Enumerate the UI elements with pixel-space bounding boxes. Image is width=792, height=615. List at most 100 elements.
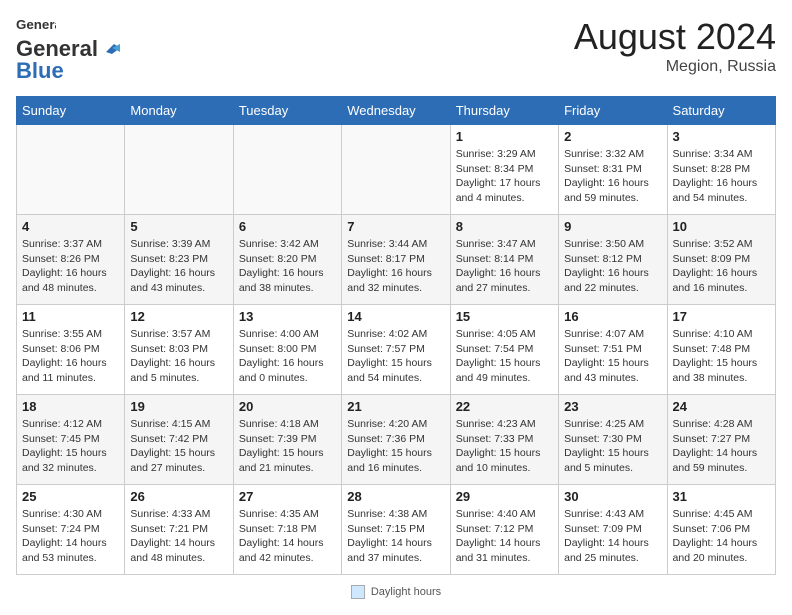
calendar-cell: 28 Sunrise: 4:38 AMSunset: 7:15 PMDayligh… <box>342 485 450 575</box>
calendar-cell: 29 Sunrise: 4:40 AMSunset: 7:12 PMDayligh… <box>450 485 558 575</box>
calendar-cell: 14 Sunrise: 4:02 AMSunset: 7:57 PMDayligh… <box>342 305 450 395</box>
weekday-header-friday: Friday <box>559 97 667 125</box>
day-info: Sunrise: 3:55 AMSunset: 8:06 PMDaylight:… <box>22 327 119 386</box>
logo-bird-icon <box>100 38 122 60</box>
logo-icon: General <box>16 16 56 34</box>
day-number: 4 <box>22 219 119 234</box>
day-info: Sunrise: 4:45 AMSunset: 7:06 PMDaylight:… <box>673 507 770 566</box>
calendar-cell: 1Sunrise: 3:29 AMSunset: 8:34 PMDaylight… <box>450 125 558 215</box>
calendar-cell: 4 Sunrise: 3:37 AMSunset: 8:26 PMDaylight… <box>17 215 125 305</box>
day-info: Sunrise: 4:35 AMSunset: 7:18 PMDaylight:… <box>239 507 336 566</box>
day-info: Sunrise: 4:07 AMSunset: 7:51 PMDaylight:… <box>564 327 661 386</box>
day-number: 22 <box>456 399 553 414</box>
day-number: 30 <box>564 489 661 504</box>
calendar-cell: 9 Sunrise: 3:50 AMSunset: 8:12 PMDaylight… <box>559 215 667 305</box>
calendar-cell: 10Sunrise: 3:52 AMSunset: 8:09 PMDayligh… <box>667 215 775 305</box>
weekday-header-monday: Monday <box>125 97 233 125</box>
calendar-footer: Daylight hours <box>16 585 776 599</box>
calendar-cell: 7Sunrise: 3:44 AMSunset: 8:17 PMDaylight… <box>342 215 450 305</box>
day-info: Sunrise: 3:34 AMSunset: 8:28 PMDaylight:… <box>673 147 770 206</box>
day-info: Sunrise: 3:29 AMSunset: 8:34 PMDaylight:… <box>456 147 553 206</box>
day-number: 3 <box>673 129 770 144</box>
day-number: 31 <box>673 489 770 504</box>
day-info: Sunrise: 4:18 AMSunset: 7:39 PMDaylight:… <box>239 417 336 476</box>
calendar-cell: 6 Sunrise: 3:42 AMSunset: 8:20 PMDaylight… <box>233 215 341 305</box>
calendar-cell: 21Sunrise: 4:20 AMSunset: 7:36 PMDayligh… <box>342 395 450 485</box>
day-number: 25 <box>22 489 119 504</box>
title-area: August 2024 Megion, Russia <box>574 16 776 76</box>
calendar-cell: 16 Sunrise: 4:07 AMSunset: 7:51 PMDayligh… <box>559 305 667 395</box>
calendar-cell: 3 Sunrise: 3:34 AMSunset: 8:28 PMDaylight… <box>667 125 775 215</box>
day-number: 28 <box>347 489 444 504</box>
day-info: Sunrise: 4:10 AMSunset: 7:48 PMDaylight:… <box>673 327 770 386</box>
day-number: 6 <box>239 219 336 234</box>
calendar-cell: 8 Sunrise: 3:47 AMSunset: 8:14 PMDaylight… <box>450 215 558 305</box>
calendar-cell: 30 Sunrise: 4:43 AMSunset: 7:09 PMDayligh… <box>559 485 667 575</box>
day-info: Sunrise: 3:50 AMSunset: 8:12 PMDaylight:… <box>564 237 661 296</box>
day-number: 9 <box>564 219 661 234</box>
month-year-title: August 2024 <box>574 16 776 58</box>
calendar-cell: 23Sunrise: 4:25 AMSunset: 7:30 PMDayligh… <box>559 395 667 485</box>
calendar-cell: 5Sunrise: 3:39 AMSunset: 8:23 PMDaylight… <box>125 215 233 305</box>
day-number: 24 <box>673 399 770 414</box>
day-number: 17 <box>673 309 770 324</box>
weekday-header-tuesday: Tuesday <box>233 97 341 125</box>
calendar-cell: 31 Sunrise: 4:45 AMSunset: 7:06 PMDayligh… <box>667 485 775 575</box>
calendar-week-2: 4 Sunrise: 3:37 AMSunset: 8:26 PMDaylight… <box>17 215 776 305</box>
day-number: 15 <box>456 309 553 324</box>
calendar-cell <box>342 125 450 215</box>
calendar-cell: 25 Sunrise: 4:30 AMSunset: 7:24 PMDayligh… <box>17 485 125 575</box>
calendar-cell: 22 Sunrise: 4:23 AMSunset: 7:33 PMDayligh… <box>450 395 558 485</box>
day-info: Sunrise: 3:44 AMSunset: 8:17 PMDaylight:… <box>347 237 444 296</box>
day-number: 18 <box>22 399 119 414</box>
day-number: 2 <box>564 129 661 144</box>
day-info: Sunrise: 4:38 AMSunset: 7:15 PMDaylight:… <box>347 507 444 566</box>
calendar-cell <box>125 125 233 215</box>
day-info: Sunrise: 4:33 AMSunset: 7:21 PMDaylight:… <box>130 507 227 566</box>
location-subtitle: Megion, Russia <box>574 58 776 76</box>
day-number: 21 <box>347 399 444 414</box>
day-number: 19 <box>130 399 227 414</box>
calendar-cell: 15 Sunrise: 4:05 AMSunset: 7:54 PMDayligh… <box>450 305 558 395</box>
weekday-header-row: SundayMondayTuesdayWednesdayThursdayFrid… <box>17 97 776 125</box>
calendar-cell: 12 Sunrise: 3:57 AMSunset: 8:03 PMDayligh… <box>125 305 233 395</box>
day-info: Sunrise: 4:02 AMSunset: 7:57 PMDaylight:… <box>347 327 444 386</box>
calendar-cell: 13Sunrise: 4:00 AMSunset: 8:00 PMDayligh… <box>233 305 341 395</box>
day-number: 27 <box>239 489 336 504</box>
day-info: Sunrise: 3:47 AMSunset: 8:14 PMDaylight:… <box>456 237 553 296</box>
calendar-cell: 19 Sunrise: 4:15 AMSunset: 7:42 PMDayligh… <box>125 395 233 485</box>
day-info: Sunrise: 4:30 AMSunset: 7:24 PMDaylight:… <box>22 507 119 566</box>
day-number: 23 <box>564 399 661 414</box>
page-header: General General Blue August 2024 Megion,… <box>16 16 776 84</box>
calendar-cell: 18Sunrise: 4:12 AMSunset: 7:45 PMDayligh… <box>17 395 125 485</box>
calendar-cell: 17 Sunrise: 4:10 AMSunset: 7:48 PMDayligh… <box>667 305 775 395</box>
day-info: Sunrise: 4:43 AMSunset: 7:09 PMDaylight:… <box>564 507 661 566</box>
day-number: 8 <box>456 219 553 234</box>
day-number: 16 <box>564 309 661 324</box>
day-number: 29 <box>456 489 553 504</box>
day-info: Sunrise: 3:37 AMSunset: 8:26 PMDaylight:… <box>22 237 119 296</box>
calendar-cell: 24 Sunrise: 4:28 AMSunset: 7:27 PMDayligh… <box>667 395 775 485</box>
day-info: Sunrise: 4:28 AMSunset: 7:27 PMDaylight:… <box>673 417 770 476</box>
svg-text:General: General <box>16 17 56 32</box>
calendar-week-5: 25 Sunrise: 4:30 AMSunset: 7:24 PMDayligh… <box>17 485 776 575</box>
logo: General General Blue <box>16 16 122 84</box>
day-info: Sunrise: 3:39 AMSunset: 8:23 PMDaylight:… <box>130 237 227 296</box>
day-info: Sunrise: 3:32 AMSunset: 8:31 PMDaylight:… <box>564 147 661 206</box>
day-info: Sunrise: 4:23 AMSunset: 7:33 PMDaylight:… <box>456 417 553 476</box>
calendar-cell: 27 Sunrise: 4:35 AMSunset: 7:18 PMDayligh… <box>233 485 341 575</box>
day-number: 12 <box>130 309 227 324</box>
day-info: Sunrise: 4:40 AMSunset: 7:12 PMDaylight:… <box>456 507 553 566</box>
calendar-table: SundayMondayTuesdayWednesdayThursdayFrid… <box>16 96 776 575</box>
day-number: 26 <box>130 489 227 504</box>
day-number: 13 <box>239 309 336 324</box>
day-info: Sunrise: 4:05 AMSunset: 7:54 PMDaylight:… <box>456 327 553 386</box>
day-info: Sunrise: 4:15 AMSunset: 7:42 PMDaylight:… <box>130 417 227 476</box>
day-info: Sunrise: 3:42 AMSunset: 8:20 PMDaylight:… <box>239 237 336 296</box>
day-info: Sunrise: 3:57 AMSunset: 8:03 PMDaylight:… <box>130 327 227 386</box>
calendar-cell <box>17 125 125 215</box>
day-number: 14 <box>347 309 444 324</box>
day-number: 10 <box>673 219 770 234</box>
calendar-week-4: 18Sunrise: 4:12 AMSunset: 7:45 PMDayligh… <box>17 395 776 485</box>
day-number: 20 <box>239 399 336 414</box>
